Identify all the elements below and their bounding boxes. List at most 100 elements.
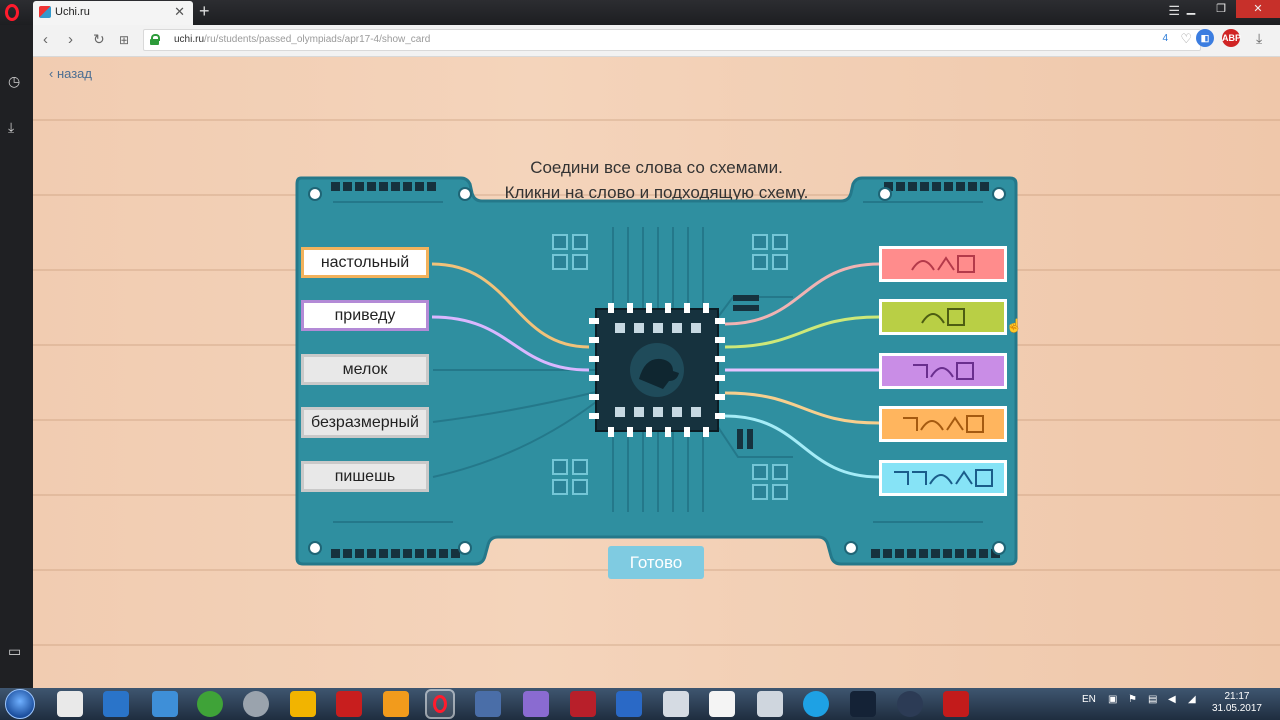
media-player-icon[interactable] <box>850 691 876 717</box>
mounting-hole <box>992 187 1006 201</box>
word-button[interactable]: настольный <box>301 247 429 278</box>
chip-square <box>672 323 682 333</box>
uc-browser-icon[interactable] <box>383 691 409 717</box>
clock-date: 31.05.2017 <box>1211 703 1262 714</box>
scheme-symbols <box>911 255 975 273</box>
suffix-caret-symbol-icon <box>946 416 964 431</box>
resistor <box>733 295 759 301</box>
chip-pin <box>715 356 725 362</box>
chip-pin <box>665 427 671 437</box>
bookmark-heart-icon[interactable]: ♡ <box>1180 31 1192 47</box>
root-arc-symbol-icon <box>921 313 945 324</box>
header-pin <box>980 182 989 191</box>
speed-dial-icon[interactable]: ⊞ <box>119 33 129 47</box>
history-icon[interactable]: ◷ <box>8 73 20 90</box>
board-pad <box>552 254 568 270</box>
header-pin <box>355 182 364 191</box>
chip-pin <box>715 394 725 400</box>
file-icon[interactable] <box>57 691 83 717</box>
window-close-icon[interactable]: ✕ <box>1236 0 1280 18</box>
board-pad <box>572 459 588 475</box>
reload-icon[interactable]: ↻ <box>93 31 105 48</box>
chip-pin <box>684 427 690 437</box>
header-pin <box>907 549 916 558</box>
scheme-button[interactable] <box>879 460 1007 496</box>
minimize-icon[interactable]: ▁ <box>1176 0 1206 18</box>
tray-volume-icon[interactable]: ◀ <box>1168 694 1176 705</box>
new-tab-icon[interactable]: + <box>199 1 210 22</box>
camera-app-icon[interactable] <box>152 691 178 717</box>
kaspersky-icon[interactable] <box>943 691 969 717</box>
board-pad <box>572 479 588 495</box>
header-pin <box>403 182 412 191</box>
chip-pin <box>589 356 599 362</box>
close-tab-icon[interactable]: ✕ <box>174 4 185 20</box>
green-app-icon[interactable] <box>197 691 223 717</box>
header-pin <box>367 182 376 191</box>
word-button[interactable]: безразмерный <box>301 407 429 438</box>
ending-square-symbol-icon <box>975 469 993 487</box>
skype-icon[interactable] <box>803 691 829 717</box>
tray-speaker-icon[interactable]: ◢ <box>1188 694 1196 705</box>
browser-tab[interactable]: Uchi.ru ✕ <box>33 1 193 25</box>
header-pin <box>956 182 965 191</box>
adblock-plus-icon[interactable]: ABP <box>1222 29 1241 47</box>
maximize-icon[interactable]: ❐ <box>1206 0 1236 18</box>
word-button[interactable]: пишешь <box>301 461 429 492</box>
window-app-icon[interactable] <box>663 691 689 717</box>
scheme-symbol-group <box>921 308 965 326</box>
scheme-button[interactable] <box>879 406 1007 442</box>
start-button-icon[interactable] <box>5 689 35 719</box>
board-pad <box>772 464 788 480</box>
book-app-icon[interactable] <box>570 691 596 717</box>
mounting-hole <box>458 187 472 201</box>
resistor <box>747 429 753 449</box>
chip-pin <box>715 375 725 381</box>
acrobat-icon[interactable] <box>336 691 362 717</box>
scheme-button[interactable] <box>879 246 1007 282</box>
download-icon[interactable]: ⤓ <box>1256 30 1262 47</box>
robot-app-icon[interactable] <box>897 691 923 717</box>
taskbar-clock[interactable]: 21:17 31.05.2017 <box>1212 691 1262 715</box>
board-pad <box>772 234 788 250</box>
header-pin <box>896 182 905 191</box>
docs-app-icon[interactable] <box>616 691 642 717</box>
tray-network-icon[interactable]: ▤ <box>1148 694 1157 705</box>
palette-app-icon[interactable] <box>523 691 549 717</box>
word-button[interactable]: приведу <box>301 300 429 331</box>
word-button[interactable]: мелок <box>301 354 429 385</box>
chip-square <box>634 407 644 417</box>
downloads-icon[interactable]: ⤓ <box>8 119 14 136</box>
url-field[interactable]: uchi.ru/ru/students/passed_olympiads/apr… <box>143 29 1201 51</box>
tools-app-icon[interactable] <box>757 691 783 717</box>
back-nav-icon[interactable]: ‹ <box>43 31 48 48</box>
suffix-caret-symbol-icon <box>937 256 955 271</box>
forward-nav-icon[interactable]: › <box>68 31 73 48</box>
scheme-symbols <box>921 308 965 326</box>
board-pad <box>552 234 568 250</box>
chip-pin <box>665 303 671 313</box>
language-indicator[interactable]: EN <box>1082 694 1096 705</box>
suffix-caret-symbol-icon <box>955 470 973 485</box>
abc-app-icon[interactable] <box>709 691 735 717</box>
chip-square <box>653 323 663 333</box>
ready-button[interactable]: Готово <box>608 546 704 579</box>
url-text: uchi.ru/ru/students/passed_olympiads/apr… <box>174 34 431 45</box>
opera-menu-icon[interactable] <box>5 4 19 21</box>
folder-app-icon[interactable] <box>103 691 129 717</box>
scheme-symbol-group <box>903 415 984 433</box>
settings-app-icon[interactable] <box>243 691 269 717</box>
archive-app-icon[interactable] <box>290 691 316 717</box>
chip-pin <box>608 303 614 313</box>
paint-app-icon[interactable] <box>475 691 501 717</box>
chip-pin <box>646 303 652 313</box>
scheme-button[interactable] <box>879 299 1007 335</box>
extension-translate-icon[interactable]: ◧ <box>1196 29 1214 47</box>
sidebar-toggle-icon[interactable]: ▭ <box>8 643 21 660</box>
tray-keyboard-icon[interactable]: ▣ <box>1108 694 1117 705</box>
board-pad <box>572 254 588 270</box>
tray-flag-icon[interactable]: ⚑ <box>1128 694 1137 705</box>
scheme-button[interactable] <box>879 353 1007 389</box>
header-pin <box>355 549 364 558</box>
opera-taskbar-icon[interactable] <box>425 689 455 719</box>
